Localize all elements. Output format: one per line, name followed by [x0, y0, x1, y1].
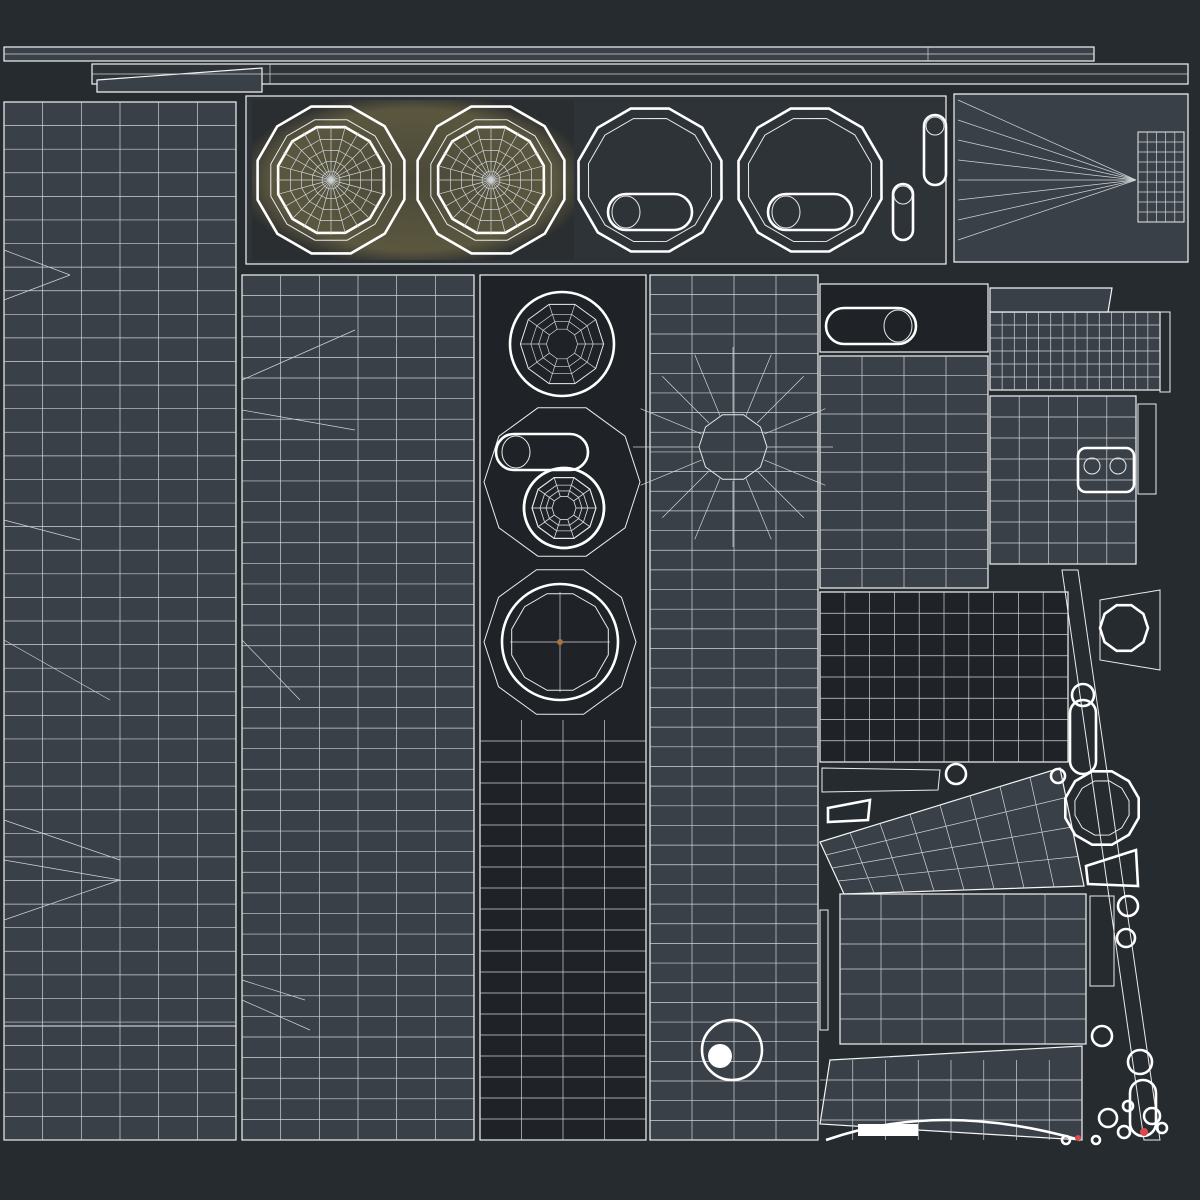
uv-layout-canvas: [3, 46, 1189, 1146]
marker-icon: [1075, 1135, 1081, 1141]
bolt-icon: [1116, 894, 1140, 918]
bolt-icon: [1116, 1124, 1132, 1140]
bolt-icon: [1097, 1107, 1119, 1129]
bolt-icon: [1115, 927, 1137, 949]
marker-icon: [1140, 1128, 1148, 1136]
bolt-icon: [1090, 1134, 1102, 1146]
bolt-icon: [1142, 1106, 1162, 1126]
bolt-icon: [1060, 1134, 1072, 1146]
bolt-icon: [1090, 1024, 1114, 1048]
top-right-island: [953, 93, 1189, 263]
top-strip-islands: [3, 46, 1189, 93]
right-panel-islands: [819, 283, 1161, 1141]
bolt-icon: [1121, 1099, 1135, 1113]
grid-wire: [480, 720, 646, 1140]
bolt-icon: [944, 762, 968, 786]
